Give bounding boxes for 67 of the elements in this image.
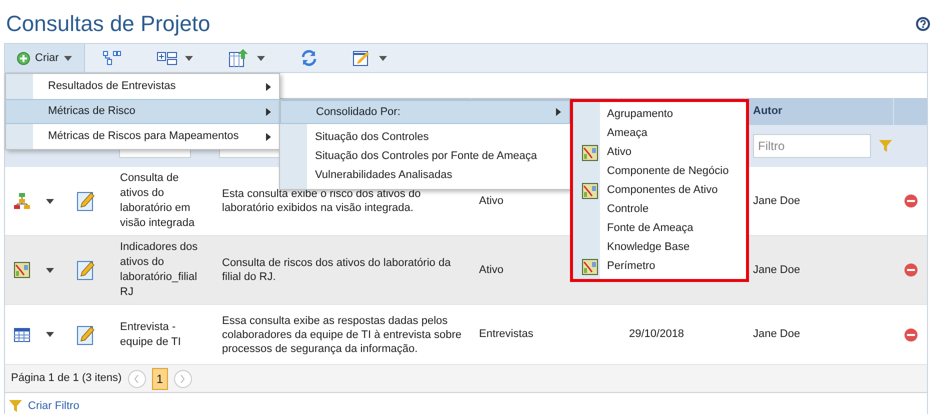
edit-icon[interactable] <box>77 324 95 344</box>
caret-icon <box>46 268 54 272</box>
menu-item[interactable]: Vulnerabilidades Analisadas <box>280 166 570 185</box>
menu-item[interactable]: Knowledge Base <box>607 239 690 256</box>
menu-item[interactable]: Situação dos Controles <box>280 128 570 147</box>
submenu-arrow-icon <box>556 108 561 116</box>
export-icon[interactable] <box>228 49 249 67</box>
query-type: Entrevistas <box>479 328 534 340</box>
refresh-icon[interactable] <box>300 50 317 66</box>
caret-icon <box>256 56 265 60</box>
group-icon[interactable] <box>156 52 177 64</box>
query-author: Jane Doe <box>753 194 800 207</box>
structure-icon[interactable] <box>102 51 121 65</box>
create-filter-link[interactable]: Criar Filtro <box>28 398 80 414</box>
submenu-arrow-icon <box>266 108 271 116</box>
caret-icon <box>184 56 193 60</box>
menu-item[interactable]: Ameaça <box>607 125 648 142</box>
plus-icon <box>17 52 30 64</box>
page-title: Consultas de Projeto <box>6 10 210 38</box>
query-name: Indicadores dos ativos do laboratório_filial RJ <box>120 240 199 300</box>
menu-item[interactable]: Resultados de Entrevistas <box>6 74 279 99</box>
chart-icon <box>14 262 30 278</box>
query-date: 29/10/2018 <box>629 328 684 340</box>
menu-item[interactable]: Componentes de Ativo <box>607 182 718 199</box>
query-description: Esta consulta exibe o risco dos ativos do laboratório exibidos na visão integrada. <box>222 187 422 215</box>
delete-icon[interactable] <box>904 263 918 277</box>
delete-icon[interactable] <box>904 328 918 342</box>
menu-item[interactable]: Perímetro <box>607 258 656 275</box>
filter-field[interactable]: Filtro <box>753 134 871 158</box>
menu-item[interactable]: Agrupamento <box>607 106 674 123</box>
edit-report-icon[interactable] <box>352 50 371 66</box>
chevron-left-icon <box>134 374 140 382</box>
caret-icon <box>378 56 387 60</box>
query-name: Entrevista - equipe de TI <box>120 320 182 350</box>
menu-item[interactable]: Ativo <box>607 144 632 161</box>
caret-icon <box>46 198 54 204</box>
menu-item[interactable]: Situação dos Controles por Fonte de Ameaça <box>280 147 570 166</box>
query-description: Essa consulta exibe as respostas dadas pelos colaboradores da equipe de TI à entrevista sobre processos de segurança da informação. <box>222 314 462 356</box>
help-icon[interactable] <box>916 16 930 30</box>
caret-icon <box>64 56 72 60</box>
menu-item[interactable]: Métricas de Riscos para Mapeamentos <box>6 124 279 149</box>
query-author: Jane Doe <box>753 328 800 340</box>
create-button[interactable]: Criar <box>5 44 85 72</box>
query-name: Consulta de ativos do laboratório em visão integrada <box>120 171 196 231</box>
query-author: Jane Doe <box>753 264 800 276</box>
menu-item[interactable]: Consolidado Por: <box>280 100 570 124</box>
submenu-arrow-icon <box>266 132 271 140</box>
query-type: Ativo <box>479 264 504 276</box>
caret-icon <box>46 332 54 337</box>
hierarchy-icon <box>14 193 30 209</box>
pagination-summary: Página 1 de 1 (3 itens) <box>11 371 122 386</box>
page-button[interactable]: 1 <box>152 368 168 390</box>
edit-icon[interactable] <box>77 260 95 280</box>
column-header: Autor <box>753 104 782 120</box>
chart-icon <box>582 144 598 160</box>
menu-item[interactable]: Controle <box>607 201 649 218</box>
menu-item[interactable]: Fonte de Ameaça <box>607 220 694 237</box>
chart-icon <box>582 258 598 274</box>
edit-icon[interactable] <box>77 191 95 211</box>
query-description: Consulta de riscos dos ativos do laboratório da filial do RJ. <box>222 256 452 284</box>
chevron-right-icon <box>180 374 186 382</box>
query-type: Ativo <box>479 194 504 207</box>
submenu-arrow-icon <box>266 82 271 90</box>
menu-item[interactable]: Métricas de Risco <box>6 99 279 124</box>
table-icon <box>14 328 30 342</box>
chart-icon <box>582 182 598 198</box>
delete-icon[interactable] <box>904 194 918 208</box>
